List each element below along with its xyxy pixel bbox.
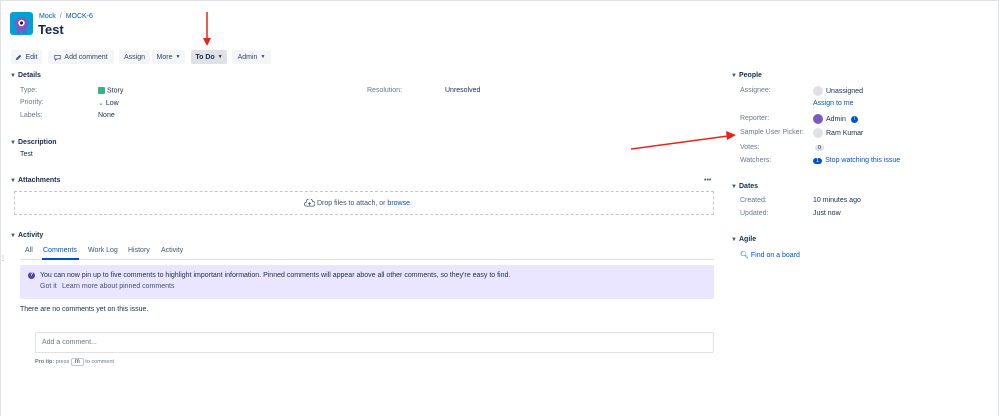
annotation-arrows <box>203 12 736 150</box>
status-arrow-head <box>203 38 211 46</box>
picker-annotation-arrow <box>630 135 729 150</box>
picker-arrow-head <box>726 131 736 140</box>
